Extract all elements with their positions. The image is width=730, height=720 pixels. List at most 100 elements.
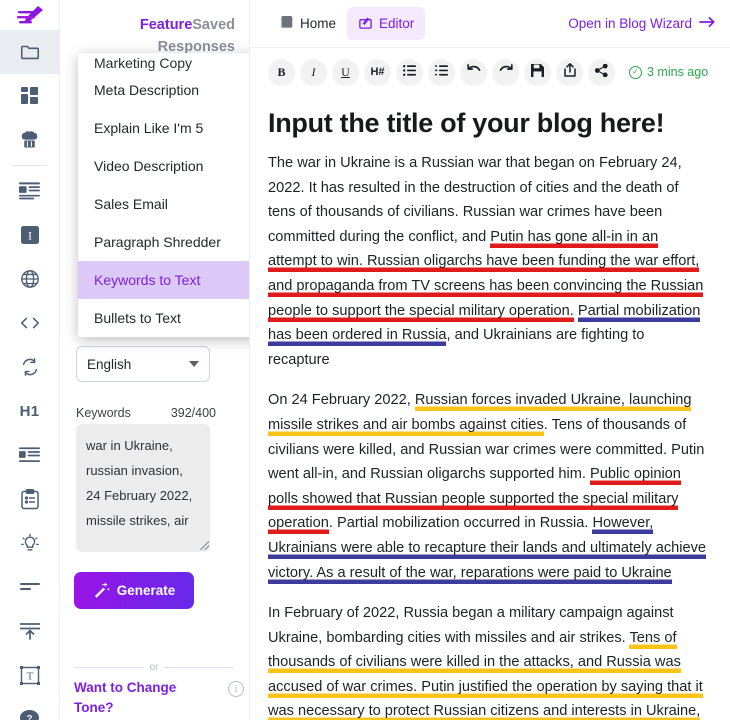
app-root: I H1 T ? FeatureSaved Responses English … xyxy=(0,0,730,720)
panel-title: FeatureSaved Responses xyxy=(60,0,249,58)
editor-pencil-icon xyxy=(358,15,373,33)
generate-button[interactable]: Generate xyxy=(74,572,194,609)
undo-button[interactable] xyxy=(460,58,487,86)
feature-panel: FeatureSaved Responses English Keywords … xyxy=(60,0,250,720)
sidebar-item-code[interactable] xyxy=(0,301,59,345)
dropdown-item[interactable]: Explain Like I'm 5 xyxy=(78,109,249,147)
heading-button[interactable]: H# xyxy=(364,58,391,86)
feature-dropdown-menu[interactable]: Marketing Copy Meta Description Explain Li… xyxy=(78,53,249,337)
bullet-list-button[interactable] xyxy=(396,58,423,86)
tab-editor-label: Editor xyxy=(379,16,415,31)
paragraph-text: . Partial mobilization occurred in Russi… xyxy=(328,515,593,532)
sidebar-item-chef-hat[interactable] xyxy=(0,118,59,162)
info-circle-icon[interactable]: i xyxy=(228,681,244,697)
sidebar-item-clipboard[interactable] xyxy=(0,477,59,521)
tab-home[interactable]: Home xyxy=(268,7,347,40)
dropdown-item[interactable]: Keywords to Text xyxy=(78,261,249,299)
generate-button-label: Generate xyxy=(116,583,176,598)
share-button[interactable] xyxy=(588,58,615,86)
keywords-label: Keywords xyxy=(76,406,131,420)
dropdown-item[interactable]: Bullets to Text xyxy=(78,299,249,337)
app-logo[interactable] xyxy=(0,4,59,30)
sidebar-item-text-box[interactable]: I xyxy=(0,213,59,257)
book-icon xyxy=(279,15,294,33)
panel-title-feature: Feature xyxy=(139,17,193,33)
icon-rail: I H1 T ? xyxy=(0,0,60,720)
change-tone-row: Want to Change Tone? i xyxy=(74,678,244,718)
sidebar-item-dashboard[interactable] xyxy=(0,74,59,118)
dropdown-item-label: Sales Email xyxy=(94,196,168,212)
redo-button[interactable] xyxy=(492,58,519,86)
keywords-input[interactable] xyxy=(76,424,210,552)
svg-text:?: ? xyxy=(27,713,33,720)
underline-icon: U xyxy=(341,64,350,79)
keywords-counter: 392/400 xyxy=(170,406,216,420)
save-status: ✓ 3 mins ago xyxy=(629,65,708,79)
dropdown-item-label: Keywords to Text xyxy=(94,272,201,288)
numbered-list-button[interactable] xyxy=(428,58,455,86)
divider-line-left xyxy=(74,667,144,668)
tab-home-label: Home xyxy=(300,16,337,31)
underline-button[interactable]: U xyxy=(332,58,359,86)
sidebar-item-globe[interactable] xyxy=(0,257,59,301)
arrow-right-icon xyxy=(699,16,716,31)
dropdown-item-label: Meta Description xyxy=(94,82,200,98)
svg-text:T: T xyxy=(26,670,33,682)
export-upload-icon xyxy=(563,63,576,81)
italic-button[interactable]: I xyxy=(300,58,327,86)
sidebar-item-expand[interactable] xyxy=(0,609,59,653)
sidebar-item-heading-h1[interactable]: H1 xyxy=(0,389,59,433)
check-circle-icon: ✓ xyxy=(629,65,642,79)
sidebar-item-article-layout[interactable] xyxy=(0,169,59,213)
sidebar-item-idea[interactable] xyxy=(0,521,59,565)
paragraph-text: On 24 February 2022, xyxy=(268,392,415,409)
bullet-list-icon xyxy=(403,64,416,80)
main-area: Home Editor Open in Blog Wizard B I U H#… xyxy=(250,0,730,720)
document-paragraph[interactable]: The war in Ukraine is a Russian war that… xyxy=(268,151,708,372)
open-in-blog-wizard-link[interactable]: Open in Blog Wizard xyxy=(568,16,716,31)
dropdown-item[interactable]: Meta Description xyxy=(78,71,249,109)
bold-icon: B xyxy=(277,64,286,79)
dropdown-item[interactable]: Video Description xyxy=(78,147,249,185)
italic-icon: I xyxy=(311,64,316,79)
document-body[interactable]: The war in Ukraine is a Russian war that… xyxy=(268,151,708,720)
save-status-label: 3 mins ago xyxy=(647,65,709,79)
dropdown-item[interactable]: Marketing Copy xyxy=(78,53,249,71)
textarea-resize-handle[interactable] xyxy=(200,541,209,550)
sidebar-item-paragraph-layout[interactable] xyxy=(0,433,59,477)
language-select-value: English xyxy=(87,356,132,372)
document-paragraph[interactable]: In February of 2022, Russia began a mili… xyxy=(268,601,708,720)
save-disk-icon xyxy=(531,63,544,81)
language-select[interactable]: English xyxy=(76,346,210,382)
numbered-list-icon xyxy=(435,64,448,80)
document-paragraph[interactable]: On 24 February 2022, Russian forces inva… xyxy=(268,388,708,585)
dropdown-item-label: Video Description xyxy=(94,158,204,174)
dropdown-item-label: Paragraph Shredder xyxy=(94,234,221,250)
rail-divider xyxy=(12,165,47,166)
divider-line-right xyxy=(164,667,234,668)
save-button[interactable] xyxy=(524,58,551,86)
undo-icon xyxy=(466,64,481,80)
page-title[interactable]: Input the title of your blog here! xyxy=(268,108,708,139)
dropdown-item[interactable]: Paragraph Shredder xyxy=(78,223,249,261)
magic-wand-icon xyxy=(93,581,110,601)
tab-editor[interactable]: Editor xyxy=(347,7,426,40)
sidebar-item-folder[interactable] xyxy=(0,30,59,74)
export-button[interactable] xyxy=(556,58,583,86)
sidebar-item-text-frame[interactable]: T xyxy=(0,653,59,697)
dropdown-item-label: Bullets to Text xyxy=(94,310,181,326)
document-editor[interactable]: Input the title of your blog here! The w… xyxy=(250,96,730,720)
svg-text:I: I xyxy=(28,229,32,243)
or-label: or xyxy=(149,662,159,673)
dropdown-item[interactable]: Sales Email xyxy=(78,185,249,223)
h1-icon: H1 xyxy=(19,402,40,420)
editor-toolbar: B I U H# ✓ 3 mins ago xyxy=(250,48,730,96)
redo-icon xyxy=(499,64,513,80)
chevron-down-icon xyxy=(189,361,199,367)
change-tone-link[interactable]: Want to Change Tone? xyxy=(74,678,189,718)
sidebar-item-summarize[interactable] xyxy=(0,565,59,609)
sidebar-item-rewrite[interactable] xyxy=(0,345,59,389)
bold-button[interactable]: B xyxy=(268,58,295,86)
sidebar-item-help[interactable]: ? xyxy=(0,697,59,720)
keywords-label-row: Keywords 392/400 xyxy=(76,406,216,420)
